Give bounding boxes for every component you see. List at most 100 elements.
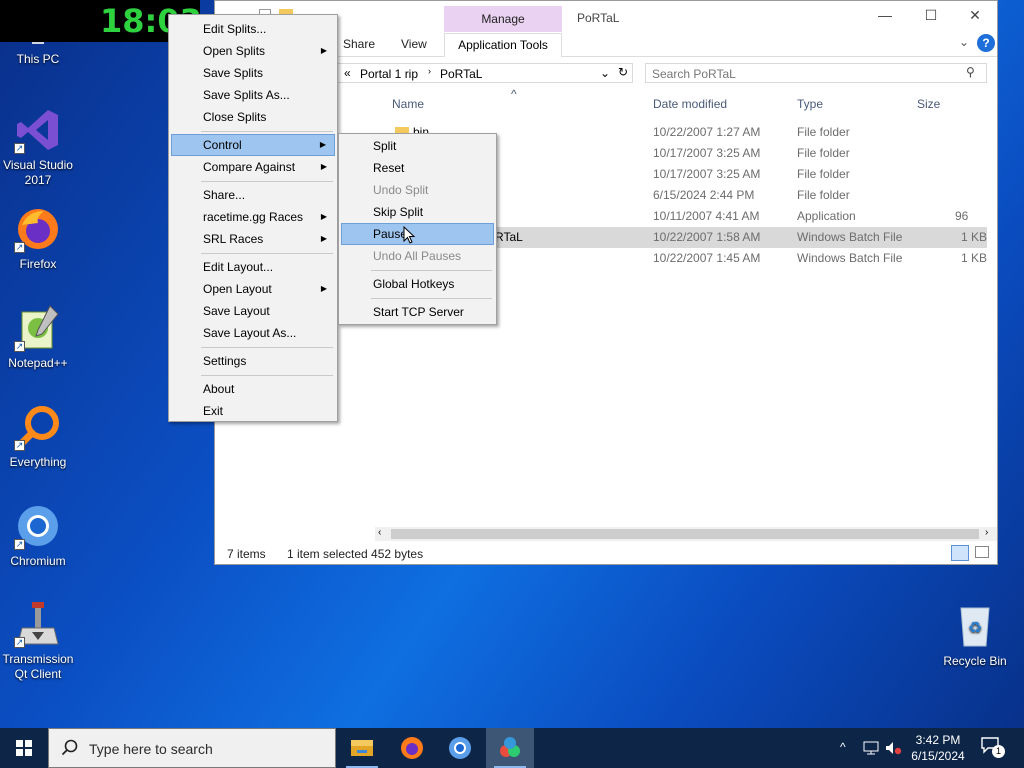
menu-item-close-splits[interactable]: Close Splits	[171, 106, 335, 128]
menu-item-label: SRL Races	[203, 232, 264, 246]
tab-share[interactable]: Share	[343, 37, 375, 51]
menu-item-srl-races[interactable]: SRL Races ▶	[171, 228, 335, 250]
network-icon[interactable]	[862, 740, 880, 756]
tab-view[interactable]: View	[401, 37, 427, 51]
breadcrumb-item[interactable]: Portal 1 rip	[360, 67, 418, 81]
menu-item-label: Control	[203, 138, 242, 152]
file-date: 10/22/2007 1:45 AM	[653, 251, 761, 265]
menu-item-label: Compare Against	[203, 160, 296, 174]
svg-text:♻: ♻	[968, 618, 982, 637]
desktop-icon-chromium[interactable]: ↗ Chromium	[0, 502, 76, 569]
status-item-count: 7 items	[227, 547, 266, 561]
menu-item-edit-splits[interactable]: Edit Splits...	[171, 18, 335, 40]
scrollbar-thumb[interactable]	[391, 529, 979, 539]
menu-item-about[interactable]: About	[171, 378, 335, 400]
refresh-icon[interactable]: ↻	[618, 65, 628, 79]
chromium-icon	[449, 737, 471, 759]
menu-item-open-layout[interactable]: Open Layout ▶	[171, 278, 335, 300]
search-input[interactable]: Search PoRTaL ⚲	[645, 63, 987, 83]
submenu-arrow-icon: ▶	[320, 234, 327, 243]
column-header-date[interactable]: Date modified	[653, 97, 727, 111]
menu-item-pause[interactable]: Pause	[341, 223, 494, 245]
show-hidden-icons-icon[interactable]: ^	[840, 740, 846, 754]
file-type: File folder	[797, 125, 850, 139]
visual-studio-icon: ↗	[14, 106, 62, 154]
file-explorer-icon	[351, 740, 373, 756]
breadcrumb-item[interactable]: PoRTaL	[440, 67, 482, 81]
desktop-icon-transmission[interactable]: ↗ Transmission Qt Client	[0, 600, 76, 682]
menu-item-edit-layout[interactable]: Edit Layout...	[171, 256, 335, 278]
column-header-size[interactable]: Size	[917, 97, 940, 111]
menu-item-start-tcp-server[interactable]: Start TCP Server	[341, 301, 494, 323]
menu-item-global-hotkeys[interactable]: Global Hotkeys	[341, 273, 494, 295]
file-date: 10/17/2007 3:25 AM	[653, 167, 761, 181]
file-date: 6/15/2024 2:44 PM	[653, 188, 755, 202]
sort-ascending-icon: ^	[511, 87, 517, 101]
large-icons-view-icon[interactable]	[975, 546, 989, 558]
menu-item-share[interactable]: Share...	[171, 184, 335, 206]
maximize-icon[interactable]: ☐	[911, 7, 951, 27]
menu-item-reset[interactable]: Reset	[341, 157, 494, 179]
submenu-arrow-icon: ▶	[320, 284, 327, 293]
taskbar-chromium[interactable]	[436, 728, 484, 768]
shortcut-arrow-icon: ↗	[14, 637, 25, 648]
address-dropdown-icon[interactable]: ⌄	[600, 66, 610, 80]
menu-item-racetime-races[interactable]: racetime.gg Races ▶	[171, 206, 335, 228]
menu-item-save-splits-as[interactable]: Save Splits As...	[171, 84, 335, 106]
desktop-icon-recycle-bin[interactable]: ♻ Recycle Bin	[937, 602, 1013, 669]
close-icon[interactable]: ✕	[955, 7, 995, 27]
minimize-icon[interactable]: —	[865, 7, 905, 27]
scroll-left-icon[interactable]: ‹	[378, 527, 381, 538]
taskbar-livesplit[interactable]	[486, 728, 534, 768]
tab-application-tools[interactable]: Application Tools	[444, 33, 562, 57]
details-view-icon[interactable]	[951, 545, 969, 561]
shortcut-arrow-icon: ↗	[14, 539, 25, 550]
taskbar-firefox[interactable]	[388, 728, 436, 768]
address-bar[interactable]: « Portal 1 rip › PoRTaL ⌄ ↻	[335, 63, 633, 83]
desktop-icon-visual-studio[interactable]: ↗ Visual Studio 2017	[0, 106, 76, 188]
scroll-right-icon[interactable]: ›	[985, 527, 988, 538]
desktop-icon-firefox[interactable]: ↗ Firefox	[0, 205, 76, 272]
ribbon-expand-icon[interactable]: ⌄	[959, 35, 969, 49]
desktop-icon-label: This PC	[16, 52, 60, 66]
menu-item-compare-against[interactable]: Compare Against ▶	[171, 156, 335, 178]
start-button[interactable]	[0, 728, 48, 768]
column-header-type[interactable]: Type	[797, 97, 823, 111]
taskbar-clock[interactable]: 3:42 PM 6/15/2024	[906, 732, 970, 764]
shortcut-arrow-icon: ↗	[14, 341, 25, 352]
help-icon[interactable]: ?	[977, 34, 995, 52]
menu-item-exit[interactable]: Exit	[171, 400, 335, 422]
submenu-arrow-icon: ▶	[320, 162, 327, 171]
file-type: Windows Batch File	[797, 251, 903, 265]
menu-item-split[interactable]: Split	[341, 135, 494, 157]
desktop-icon-everything[interactable]: ↗ Everything	[0, 403, 76, 470]
menu-separator	[201, 131, 333, 132]
manage-tab[interactable]: Manage	[444, 6, 562, 32]
taskbar-file-explorer[interactable]	[338, 728, 386, 768]
file-size: 1 KB	[961, 230, 988, 244]
menu-item-save-splits[interactable]: Save Splits	[171, 62, 335, 84]
file-date: 10/22/2007 1:58 AM	[653, 230, 761, 244]
column-header-name[interactable]: Name	[392, 97, 424, 111]
menu-item-open-splits[interactable]: Open Splits ▶	[171, 40, 335, 62]
menu-item-label: Open Layout	[203, 282, 272, 296]
file-date: 10/22/2007 1:27 AM	[653, 125, 761, 139]
horizontal-scrollbar[interactable]: ‹ ›	[375, 527, 997, 541]
menu-item-save-layout-as[interactable]: Save Layout As...	[171, 322, 335, 344]
menu-item-control[interactable]: Control ▶	[171, 134, 335, 156]
windows-logo-icon	[16, 740, 32, 756]
taskbar-search-box[interactable]: Type here to search	[48, 728, 336, 768]
submenu-arrow-icon: ▶	[320, 46, 327, 55]
menu-item-settings[interactable]: Settings	[171, 350, 335, 372]
desktop-icon-label: Recycle Bin	[943, 654, 1007, 668]
menu-item-save-layout[interactable]: Save Layout	[171, 300, 335, 322]
menu-item-label: racetime.gg Races	[203, 210, 304, 224]
search-placeholder: Search PoRTaL	[652, 67, 736, 81]
desktop-icon-notepad-plus-plus[interactable]: ↗ Notepad++	[0, 304, 76, 371]
chromium-icon: ↗	[14, 502, 62, 550]
menu-item-undo-split: Undo Split	[373, 183, 429, 197]
volume-muted-icon[interactable]	[884, 740, 902, 756]
file-type: Windows Batch File	[797, 230, 903, 244]
notification-center-button[interactable]: 1	[980, 736, 1006, 760]
menu-item-skip-split[interactable]: Skip Split	[341, 201, 494, 223]
